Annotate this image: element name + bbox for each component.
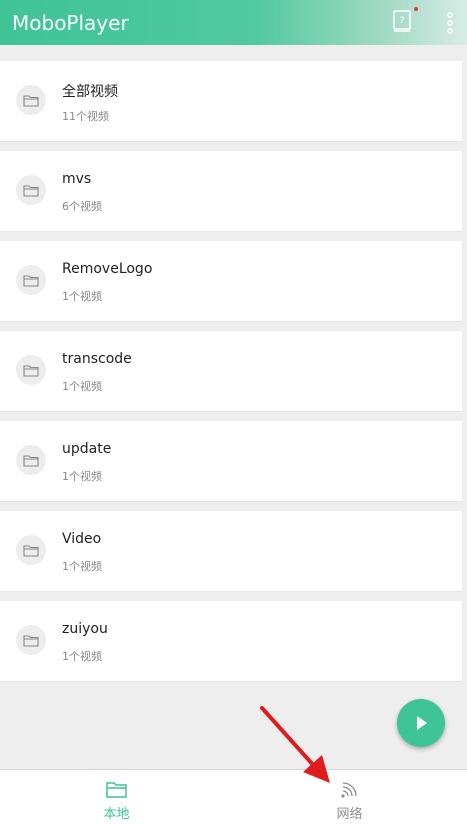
- folder-item[interactable]: update 1个视频: [0, 421, 462, 502]
- folder-icon: [16, 265, 46, 295]
- folder-name: Video: [62, 531, 102, 547]
- more-vert-icon[interactable]: [443, 11, 457, 35]
- folder-item[interactable]: Video 1个视频: [0, 511, 462, 592]
- folder-name: update: [62, 441, 112, 457]
- folder-item[interactable]: zuiyou 1个视频: [0, 601, 462, 682]
- folder-icon: [16, 355, 46, 385]
- folder-count: 1个视频: [62, 290, 102, 303]
- tab-network[interactable]: 网络: [233, 770, 466, 824]
- folder-count: 1个视频: [62, 470, 102, 483]
- folder-item[interactable]: mvs 6个视频: [0, 151, 462, 232]
- notification-dot: [414, 7, 418, 11]
- folder-count: 1个视频: [62, 650, 102, 663]
- folder-icon: [16, 445, 46, 475]
- tab-local-label: 本地: [103, 807, 130, 822]
- play-icon: [417, 716, 427, 730]
- play-fab-button[interactable]: [397, 699, 445, 747]
- app-bar: MoboPlayer ?: [0, 0, 467, 45]
- folder-name: RemoveLogo: [62, 261, 153, 277]
- network-signal-icon: [340, 782, 357, 798]
- tab-network-label: 网络: [336, 807, 363, 822]
- folder-count: 1个视频: [62, 380, 102, 393]
- folder-count: 1个视频: [62, 560, 102, 573]
- folder-icon: [16, 85, 46, 115]
- folder-icon: [16, 175, 46, 205]
- folder-open-icon: [105, 782, 127, 798]
- folder-name: 全部视频: [62, 84, 118, 100]
- folder-item[interactable]: transcode 1个视频: [0, 331, 462, 412]
- folder-name: mvs: [62, 171, 92, 187]
- bottom-navigation: 本地 网络: [0, 769, 467, 824]
- folder-item[interactable]: RemoveLogo 1个视频: [0, 241, 462, 322]
- folder-icon: [16, 535, 46, 565]
- svg-text:?: ?: [400, 16, 405, 26]
- folder-icon: [16, 625, 46, 655]
- folder-count: 11个视频: [62, 110, 109, 123]
- app-title: MoboPlayer: [12, 10, 129, 35]
- help-book-icon[interactable]: ?: [392, 10, 412, 32]
- tab-local[interactable]: 本地: [0, 770, 233, 824]
- folder-count: 6个视频: [62, 200, 102, 213]
- folder-name: zuiyou: [62, 621, 108, 637]
- folder-item[interactable]: 全部视频 11个视频: [0, 61, 462, 142]
- folder-name: transcode: [62, 351, 132, 367]
